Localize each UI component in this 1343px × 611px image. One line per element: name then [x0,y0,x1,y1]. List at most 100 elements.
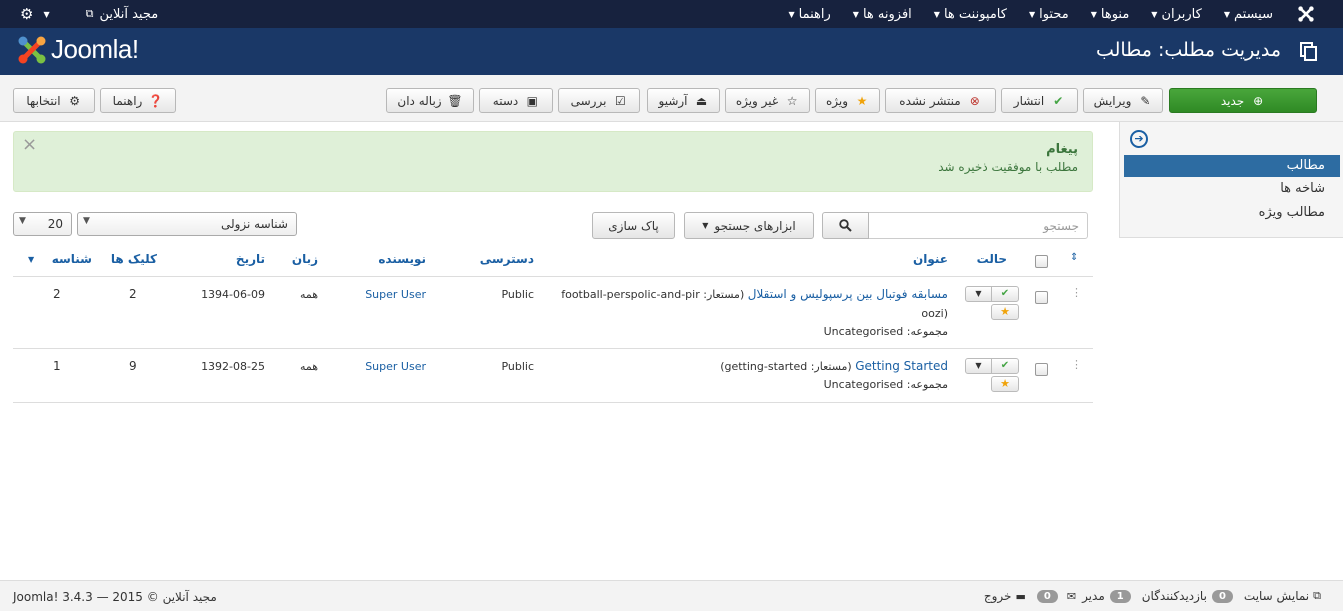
close-icon[interactable]: × [22,134,37,155]
row-checkbox[interactable] [1035,291,1048,304]
caret-down-icon[interactable]: ▼ [43,10,49,19]
sidebar: ➔ مطالب شاخه ها مطالب ویژه [1119,122,1343,238]
author-link[interactable]: Super User [365,288,426,301]
sidebar-item-categories[interactable]: شاخه ها [1124,178,1340,200]
header-language[interactable]: زبان [292,252,318,266]
drag-handle-icon[interactable]: ⋮ [1071,358,1082,371]
joomla-logo-icon [18,36,46,63]
feature-button[interactable]: ★ ویژه [815,88,880,113]
search-tools-button[interactable]: ابزارهای جستجو ▼ [684,212,814,239]
article-title-link[interactable]: Getting Started [855,359,948,373]
menu-label: سیستم [1234,6,1273,22]
title-cell: Getting Started (مستعار: getting-started… [720,359,948,373]
row-checkbox[interactable] [1035,363,1048,376]
button-label: انتشار [1013,93,1045,108]
featured-star-icon[interactable]: ★ [991,304,1019,320]
joomla-logo[interactable]: Joomla! [17,34,139,65]
menu-content[interactable]: محتوا ▼ [1029,7,1069,22]
caret-down-icon: ▼ [702,221,709,230]
author-link[interactable]: Super User [365,360,426,373]
external-link-icon[interactable]: ⧉ [86,7,94,21]
sidebar-item-featured[interactable]: مطالب ویژه [1124,202,1340,224]
batch-button[interactable]: ▣ دسته [479,88,553,113]
menu-menus[interactable]: منوها ▼ [1091,7,1130,22]
copyright-text: Joomla! 3.4.3 — مجید آنلاین © 2015 [13,590,217,604]
gear-icon[interactable]: ⚙ [20,5,33,23]
status-toggle[interactable]: ✔ ▼ [965,286,1019,302]
menu-system[interactable]: سیستم ▼ [1224,7,1273,22]
main-menu: سیستم ▼ کاربران ▼ منوها ▼ محتوا ▼ کامپوننت ه… [766,0,1273,28]
menu-label: محتوا [1039,6,1069,22]
help-button[interactable]: ❓ راهنما [100,88,176,113]
button-label: بررسی [570,93,607,108]
admins-label: مدیر [1082,589,1105,603]
alert-heading: پیغام [1046,142,1078,157]
limit-select[interactable]: 20 ▼ [13,212,72,236]
id-cell: 1 [53,359,61,373]
featured-star-icon[interactable]: ★ [991,376,1019,392]
check-icon: ✔ [1053,93,1064,108]
archive-button[interactable]: ⏏ آرشیو [647,88,720,113]
drag-handle-icon[interactable]: ⋮ [1071,286,1082,299]
top-navbar: سیستم ▼ کاربران ▼ منوها ▼ محتوا ▼ کامپوننت ه… [0,0,1343,28]
trash-button[interactable]: 🗑 زباله دان [386,88,474,113]
unpublish-button[interactable]: ⊗ منتشر نشده [885,88,996,113]
header-divider [13,276,1093,277]
search-button[interactable] [822,212,869,239]
row-divider [13,348,1093,349]
menu-components[interactable]: کامپوننت ها ▼ [934,7,1007,22]
options-button[interactable]: ⚙ انتخابها [13,88,95,113]
clear-button[interactable]: پاک سازی [592,212,675,239]
caret-down-icon: ▼ [83,216,90,226]
caret-down-icon[interactable]: ▼ [966,359,991,373]
envelope-icon: ✉ [1066,589,1077,603]
alias-continuation: oozi) [921,307,948,320]
header-access[interactable]: دسترسی [480,252,534,266]
logo-text: Joomla! [51,34,139,64]
sidebar-toggle-icon[interactable]: ➔ [1130,130,1148,148]
check-all-checkbox[interactable] [1035,255,1048,268]
category-text: مجموعه: Uncategorised [823,325,948,338]
logout-link[interactable]: ▬ خروج [984,589,1026,603]
admins-status: 1 مدیر [1082,589,1136,603]
title-cell: مسابقه فوتبال بین پرسپولیس و استقلال (مس… [561,287,948,301]
copy-icon [1300,42,1317,61]
external-link-icon: ⧉ [1313,589,1321,602]
menu-help[interactable]: راهنما ▼ [788,7,830,22]
archive-icon: ⏏ [695,93,708,108]
article-title-link[interactable]: مسابقه فوتبال بین پرسپولیس و استقلال [748,287,948,301]
view-site-link[interactable]: ⧉ نمایش سایت [1244,589,1321,603]
search-group: جستجو [822,212,1088,239]
header-author[interactable]: نویسنده [378,252,426,266]
status-items: ⧉ نمایش سایت 0 بازدیدکنندگان 1 مدیر ✉ 0 … [978,589,1321,603]
messages-link[interactable]: ✉ 0 [1032,589,1077,603]
plus-circle-icon: ⊕ [1253,93,1264,108]
header-status[interactable]: حالت [977,252,1007,266]
edit-button[interactable]: ✎ ویرایش [1083,88,1163,113]
menu-label: کاربران [1161,6,1202,22]
header-title[interactable]: عنوان [913,252,948,266]
header-date[interactable]: تاریخ [236,252,265,266]
ordering-select[interactable]: شناسه نزولی ▼ [77,212,297,236]
search-input[interactable]: جستجو [868,212,1088,239]
menu-extensions[interactable]: افزونه ها ▼ [853,7,912,22]
publish-button[interactable]: ✔ انتشار [1001,88,1078,113]
new-button[interactable]: ⊕ جدید [1169,88,1317,113]
published-icon[interactable]: ✔ [991,287,1018,301]
menu-users[interactable]: کاربران ▼ [1151,7,1202,22]
checkin-button[interactable]: ☑ بررسی [558,88,640,113]
joomla-icon[interactable] [1297,5,1315,23]
header-id[interactable]: شناسه [52,252,92,266]
status-toggle[interactable]: ✔ ▼ [965,358,1019,374]
site-user-link[interactable]: مجید آنلاین [99,7,158,22]
footer-status-bar: Joomla! 3.4.3 — مجید آنلاین © 2015 ⧉ نما… [0,580,1343,611]
caret-down-icon[interactable]: ▼ [966,287,991,301]
published-icon[interactable]: ✔ [991,359,1018,373]
unfeature-button[interactable]: ☆ غیر ویژه [725,88,810,113]
header-hits[interactable]: کلیک ها [111,252,157,266]
sort-order-icon[interactable]: ⇕ [1070,252,1078,263]
language-cell: همه [299,288,318,301]
sidebar-item-articles[interactable]: مطالب [1124,155,1340,177]
caret-down-icon: ▼ [19,216,26,226]
date-cell: 1394-06-09 [201,288,265,301]
